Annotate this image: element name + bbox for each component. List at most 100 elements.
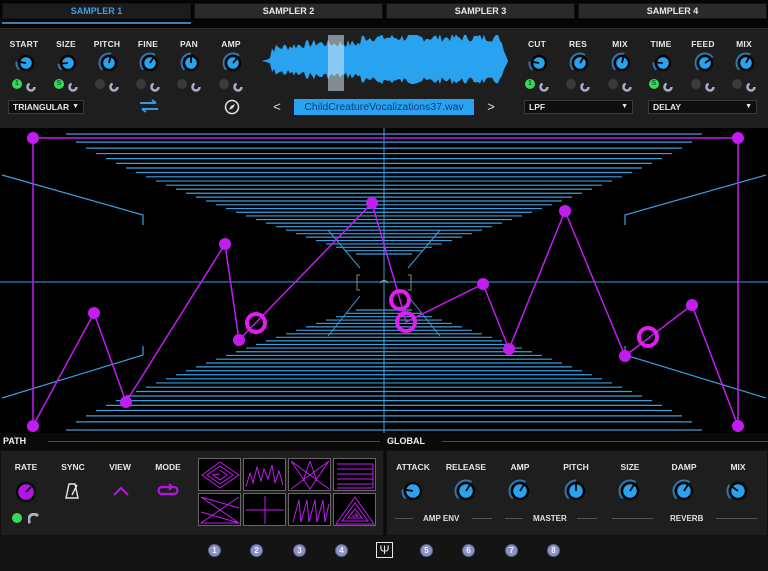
lfo-shape-dropdown[interactable]: TRIANGULAR ▼ [8,100,84,114]
mod-amount-knob[interactable] [26,79,36,92]
dropdown-arrow-icon: ▼ [745,103,752,110]
sampler-size-knob[interactable] [55,50,77,72]
sampler-amp-control: AMP [211,39,251,72]
slot-4-button[interactable]: 4 [335,544,348,557]
preset-star-burst[interactable] [288,458,331,491]
global-attack-knob[interactable] [399,477,427,505]
mod-slot[interactable]: 1 [12,79,22,89]
tab-sampler-3[interactable]: SAMPLER 3 [386,3,575,19]
mod-slot[interactable] [566,79,576,89]
global-pitch-knob[interactable] [562,477,590,505]
tab-sampler-2[interactable]: SAMPLER 2 [194,3,383,19]
mod-amount-knob[interactable] [622,79,632,92]
sampler-pitch-knob[interactable] [96,50,118,72]
divider [48,441,380,442]
filter-type-dropdown[interactable]: LPF ▼ [524,100,633,114]
rate-mod-slot[interactable] [12,513,22,523]
mod-amount-knob[interactable] [580,79,590,92]
global-release-label: RELEASE [445,462,487,472]
next-file-button[interactable]: > [484,99,498,115]
swap-arrows-icon[interactable] [138,99,160,113]
mod-slot[interactable] [219,79,229,89]
preset-triangle-spiral[interactable] [333,493,376,526]
playhead-selection [328,35,344,91]
mod-amount-knob[interactable] [233,79,243,92]
global-pitch-label: PITCH [563,462,589,472]
sampler-pan-control: PAN [169,39,209,72]
preset-crosshair[interactable] [243,493,286,526]
mod-slot[interactable]: S [649,79,659,89]
global-amp-knob[interactable] [506,477,534,505]
fx-mix-knob[interactable] [733,50,755,72]
compass-icon[interactable] [224,99,240,115]
mod-slot[interactable] [732,79,742,89]
global-mix-knob[interactable] [724,477,752,505]
waveform-display[interactable] [262,35,508,91]
mod-slot[interactable]: 1 [525,79,535,89]
mod-slot[interactable] [95,79,105,89]
mod-amount-knob[interactable] [150,79,160,92]
path-node [120,396,132,408]
tab-sampler-4[interactable]: SAMPLER 4 [578,3,767,19]
playhead-ring [637,326,659,348]
mod-slot[interactable] [691,79,701,89]
sampler-fine-knob[interactable] [137,50,159,72]
preset-zigzag[interactable] [243,458,286,491]
psi-logo-icon[interactable]: Ψ [376,542,393,558]
global-damp-knob[interactable] [670,477,698,505]
visualizer-canvas[interactable] [0,128,768,433]
mod-slot[interactable] [136,79,146,89]
loop-mode-icon[interactable] [157,483,179,497]
fx-feed-knob[interactable] [692,50,714,72]
sampler-start-knob[interactable] [13,50,35,72]
slot-6-button[interactable]: 6 [462,544,475,557]
sampler-pan-knob[interactable] [178,50,200,72]
rate-knob[interactable] [15,481,37,503]
rate-mod-amount[interactable] [27,512,40,524]
slot-3-button[interactable]: 3 [293,544,306,557]
mod-slot[interactable] [177,79,187,89]
fx-type-dropdown[interactable]: DELAY ▼ [648,100,757,114]
slot-1-button[interactable]: 1 [208,544,221,557]
path-section-title: PATH [3,436,27,446]
preset-horizontal-lines[interactable] [333,458,376,491]
global-size-knob[interactable] [616,477,644,505]
preset-diamond-spiral[interactable] [198,458,241,491]
preset-diagonal-zigzag[interactable] [288,493,331,526]
fx-time-knob[interactable] [650,50,672,72]
sampler-amp-knob[interactable] [220,50,242,72]
file-name-display[interactable]: ChildCreatureVocalizations37.wav [294,99,474,115]
slot-5-button[interactable]: 5 [420,544,433,557]
path-visualizer[interactable] [0,128,768,433]
knob-label: AMP [221,39,241,49]
mod-amount-knob[interactable] [663,79,673,92]
filter-cut-knob[interactable] [526,50,548,72]
divider [472,518,492,519]
mod-amount-knob[interactable] [746,79,756,92]
path-node [27,132,39,144]
fx-time-control: TIME [641,39,681,72]
metronome-sync-icon[interactable] [64,482,80,500]
sampler-size-control: SIZE [46,39,86,72]
dropdown-arrow-icon: ▼ [621,103,628,110]
preset-bowtie[interactable] [198,493,241,526]
reverb-group-label: REVERB [670,514,704,523]
mod-slot[interactable]: S [54,79,64,89]
slot-7-button[interactable]: 7 [505,544,518,557]
mod-amount-knob[interactable] [539,79,549,92]
mod-slot[interactable] [608,79,618,89]
mod-amount-knob[interactable] [191,79,201,92]
diamond-spiral-icon [201,461,240,489]
mod-amount-knob[interactable] [705,79,715,92]
filter-res-knob[interactable] [567,50,589,72]
sampler-tabs: SAMPLER 1 SAMPLER 2 SAMPLER 3 SAMPLER 4 [0,0,768,28]
filter-mix-knob[interactable] [609,50,631,72]
mod-amount-knob[interactable] [109,79,119,92]
global-release-knob[interactable] [452,477,480,505]
tab-sampler-1[interactable]: SAMPLER 1 [2,3,191,19]
slot-2-button[interactable]: 2 [250,544,263,557]
prev-file-button[interactable]: < [270,99,284,115]
slot-8-button[interactable]: 8 [547,544,560,557]
mod-amount-knob[interactable] [68,79,78,92]
view-chevron-icon[interactable] [112,484,130,496]
